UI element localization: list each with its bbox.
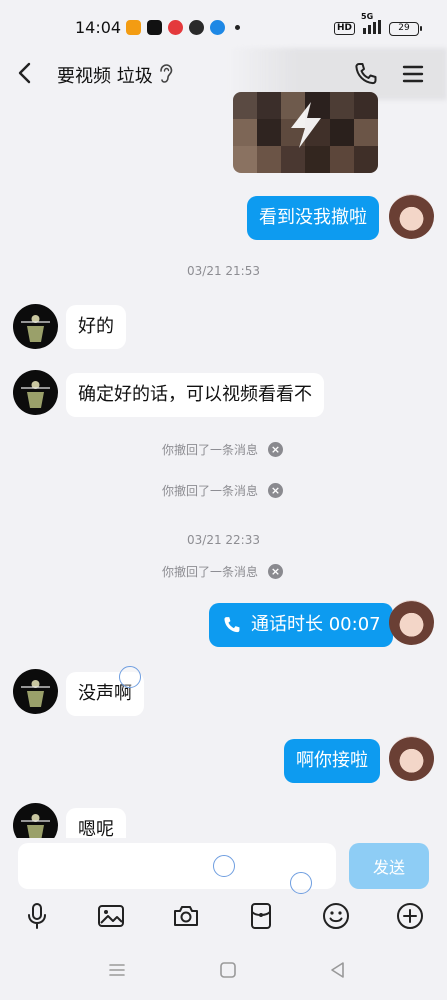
- home-icon[interactable]: [218, 960, 238, 980]
- my-avatar[interactable]: [389, 194, 434, 239]
- timestamp: 03/21 21:53: [187, 264, 260, 278]
- red-packet-icon[interactable]: [246, 901, 276, 931]
- send-button[interactable]: 发送: [349, 843, 429, 889]
- system-nav-bar: [0, 940, 447, 1000]
- close-icon[interactable]: ×: [268, 564, 284, 579]
- input-toolbar: [0, 895, 447, 939]
- timestamp: 03/21 22:33: [187, 533, 260, 547]
- contact-avatar[interactable]: [13, 370, 58, 415]
- plus-icon[interactable]: [395, 901, 425, 931]
- close-icon[interactable]: ×: [268, 483, 284, 498]
- chat-header: 要视频 垃圾: [0, 48, 447, 100]
- network-label: 5G: [361, 12, 374, 21]
- my-avatar[interactable]: [389, 736, 434, 781]
- app-notification-icon: [126, 20, 141, 35]
- status-indicators: HD 5G 29: [333, 12, 422, 37]
- touch-indicator: [290, 872, 312, 894]
- wechat-icon: [189, 20, 204, 35]
- recall-notice: 你撤回了一条消息 ×: [162, 441, 284, 458]
- signal-icon: 5G: [361, 12, 383, 37]
- recall-text: 你撤回了一条消息: [162, 443, 259, 457]
- contact-avatar[interactable]: [13, 304, 58, 349]
- microphone-icon[interactable]: [22, 901, 52, 931]
- notification-icons: [126, 20, 240, 35]
- call-duration-text: 通话时长 00:07: [251, 614, 381, 635]
- incoming-message[interactable]: 好的: [66, 305, 126, 349]
- tiktok-icon: [147, 20, 162, 35]
- close-icon[interactable]: ×: [268, 442, 284, 457]
- incoming-message[interactable]: 确定好的话，可以视频看看不: [66, 373, 324, 417]
- outgoing-message[interactable]: 看到没我撤啦: [247, 196, 379, 240]
- back-nav-icon[interactable]: [328, 960, 348, 980]
- camera-icon[interactable]: [171, 901, 201, 931]
- my-avatar[interactable]: [389, 600, 434, 645]
- video-app-icon: [168, 20, 183, 35]
- hd-badge: HD: [333, 22, 355, 35]
- phone-call-icon: [224, 617, 240, 633]
- contact-avatar[interactable]: [13, 669, 58, 714]
- touch-indicator: [119, 666, 141, 688]
- outgoing-message[interactable]: 啊你接啦: [284, 739, 380, 783]
- image-icon[interactable]: [96, 901, 126, 931]
- qq-icon: [210, 20, 225, 35]
- recent-apps-icon[interactable]: [107, 960, 127, 980]
- phone-icon[interactable]: [352, 60, 380, 88]
- ear-icon[interactable]: [158, 64, 174, 84]
- emoji-icon[interactable]: [321, 901, 351, 931]
- status-time: 14:04: [75, 18, 122, 37]
- recall-text: 你撤回了一条消息: [162, 484, 259, 498]
- more-notifications-icon: [235, 25, 240, 30]
- message-input[interactable]: [18, 843, 336, 889]
- recall-notice: 你撤回了一条消息 ×: [162, 482, 284, 499]
- touch-indicator: [213, 855, 235, 877]
- battery-icon: 29: [389, 21, 422, 36]
- call-record-message[interactable]: 通话时长 00:07: [209, 603, 393, 647]
- recall-text: 你撤回了一条消息: [162, 565, 259, 579]
- lightning-icon: [283, 100, 329, 150]
- chat-title: 要视频 垃圾: [57, 66, 153, 87]
- menu-icon[interactable]: [399, 60, 427, 88]
- recall-notice: 你撤回了一条消息 ×: [162, 563, 284, 580]
- back-arrow-icon[interactable]: [10, 58, 40, 88]
